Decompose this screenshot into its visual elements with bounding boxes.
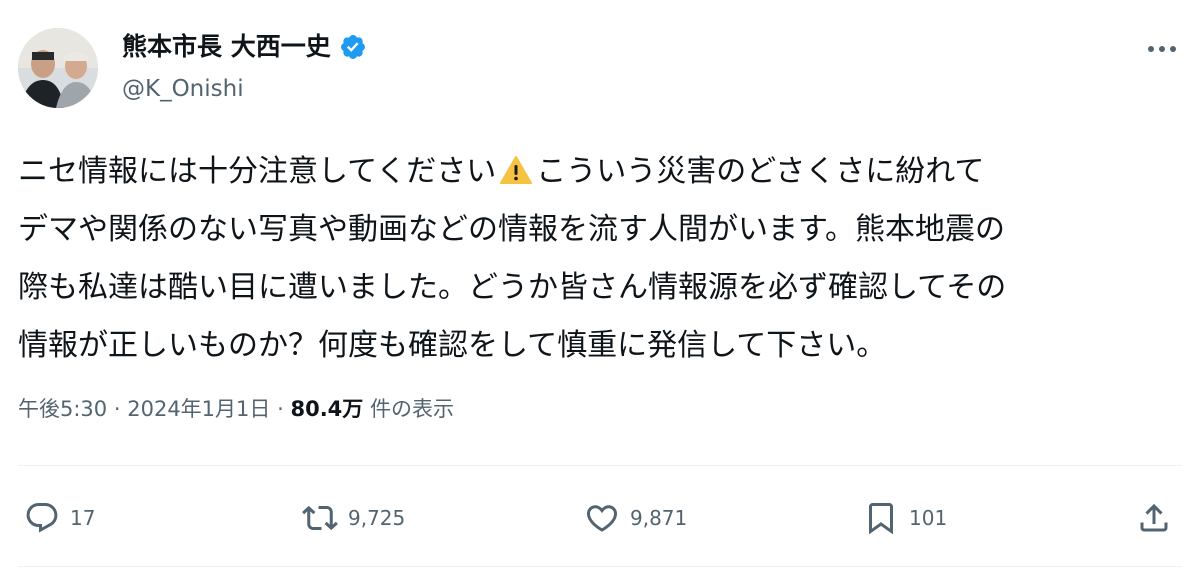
author-display-name[interactable]: 熊本市長 大西一史 [122,30,331,64]
tweet-meta: 午後5:30 · 2024年1月1日 · 80.4万 件の表示 [18,392,454,426]
tweet-line-2: デマや関係のない写真や動画などの情報を流す人間がいます。熊本地震の [18,212,1005,247]
tweet-line-1-a: ニセ情報には十分注意してください [18,154,497,189]
tweet-date[interactable]: 2024年1月1日 [127,397,270,421]
reply-button[interactable]: 17 [24,494,95,542]
views-count[interactable]: 80.4万 [290,397,363,421]
retweet-button[interactable]: 9,725 [302,494,405,542]
heart-icon [586,505,618,532]
avatar-image [18,28,98,108]
tweet-line-4: 情報が正しいものか？何度も確認をして慎重に発信して下さい。 [18,328,887,363]
like-button[interactable]: 9,871 [584,494,687,542]
bottom-divider [18,566,1182,567]
author-handle[interactable]: @K_Onishi [122,72,367,106]
reply-count: 17 [70,506,96,530]
reply-icon [26,503,58,533]
tweet-line-3: 際も私達は酷い目に遭いました。どうか皆さん情報源を必ず確認してその [18,270,1007,305]
tweet-header: 熊本市長 大西一史 @K_Onishi [18,26,1182,116]
divider [18,465,1182,466]
retweet-count: 9,725 [348,506,406,530]
bookmark-count: 101 [909,506,948,530]
tweet-line-1: ニセ情報には十分注意してください こういう災害のどさくさに紛れて [18,143,1182,201]
author-display-name-row[interactable]: 熊本市長 大西一史 [122,30,367,64]
tweet-time[interactable]: 午後5:30 [18,397,107,421]
retweet-icon [302,505,338,531]
views-label: 件の表示 [369,397,454,421]
meta-separator-1: · [113,397,121,421]
share-icon [1140,503,1168,532]
tweet-text: ニセ情報には十分注意してください こういう災害のどさくさに紛れて デマや関係のない… [18,143,1182,375]
bookmark-icon [869,503,893,535]
share-button[interactable] [1136,494,1172,542]
verified-badge-icon [340,35,365,59]
meta-separator-2: · [277,397,284,421]
bookmark-button[interactable]: 101 [863,494,947,542]
like-count: 9,871 [630,506,688,530]
more-options-button[interactable] [1142,34,1182,64]
warning-icon [500,156,533,184]
more-icon [1148,46,1176,52]
action-bar: 17 9,725 9,871 101 [18,494,1182,542]
avatar[interactable] [18,28,98,108]
tweet-line-1-b: こういう災害のどさくさに紛れて [536,154,985,189]
